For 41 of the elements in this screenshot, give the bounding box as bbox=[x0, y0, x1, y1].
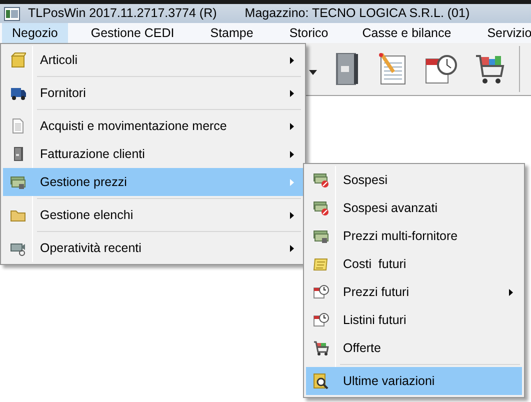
menu-item[interactable]: Fatturazione clienti bbox=[3, 140, 303, 168]
window-subtitle: Magazzino: TECNO LOGICA S.R.L. (01) bbox=[244, 5, 470, 22]
menu-item[interactable]: Prezzi futuri bbox=[306, 278, 522, 306]
menu-item[interactable]: Sospesi avanzati bbox=[306, 194, 522, 222]
money-stop-icon bbox=[313, 200, 329, 216]
menu-bar-item[interactable]: Gestione CEDI bbox=[80, 23, 186, 43]
calendar-clock-icon bbox=[313, 284, 329, 300]
menu-bar-item[interactable]: Storico bbox=[278, 23, 340, 43]
menu-item[interactable]: Offerte bbox=[306, 334, 522, 362]
menu-item[interactable]: Prezzi multi-fornitore bbox=[306, 222, 522, 250]
caret-icon[interactable] bbox=[309, 70, 317, 74]
menu-item[interactable]: Listini futuri bbox=[306, 306, 522, 334]
menu-item[interactable]: Operatività recenti bbox=[3, 234, 303, 262]
calendar-clock-icon[interactable] bbox=[425, 53, 457, 85]
notepad-icon[interactable] bbox=[377, 53, 407, 85]
calendar-clock-icon bbox=[313, 312, 329, 328]
window-title: TLPosWin 2017.11.2717.3774 (R) bbox=[28, 5, 217, 22]
menu-item[interactable]: Acquisti e movimentazione merce bbox=[3, 112, 303, 140]
menu-bar-item[interactable]: Negozio bbox=[2, 23, 68, 43]
document-icon bbox=[10, 118, 26, 134]
box-icon bbox=[10, 52, 26, 68]
menu-item[interactable]: Articoli bbox=[3, 46, 303, 74]
menu-bar-item[interactable]: Stampe bbox=[199, 23, 264, 43]
menu-item[interactable]: Sospesi bbox=[306, 166, 522, 194]
menu-item[interactable]: Gestione elenchi bbox=[3, 201, 303, 229]
shopping-cart-icon[interactable] bbox=[475, 53, 505, 85]
menu-item[interactable]: Fornitori bbox=[3, 79, 303, 107]
menu-bar-item[interactable]: Casse e bilance bbox=[351, 23, 462, 43]
shopping-cart-icon bbox=[313, 340, 329, 356]
magnifier-icon bbox=[313, 373, 329, 389]
menu-item[interactable]: Ultime variazioni bbox=[306, 367, 522, 395]
menu-item[interactable]: Costi futuri bbox=[306, 250, 522, 278]
truck-icon bbox=[10, 85, 26, 101]
app-icon bbox=[4, 6, 20, 20]
money-stack-icon bbox=[10, 174, 26, 190]
menu-item[interactable]: Gestione prezzi bbox=[3, 168, 303, 196]
menu-bar-item[interactable]: Servizio bbox=[476, 23, 531, 43]
note-icon bbox=[313, 256, 329, 272]
binder-icon[interactable] bbox=[335, 52, 359, 86]
money-stack-icon bbox=[313, 228, 329, 244]
money-stop-icon bbox=[313, 172, 329, 188]
